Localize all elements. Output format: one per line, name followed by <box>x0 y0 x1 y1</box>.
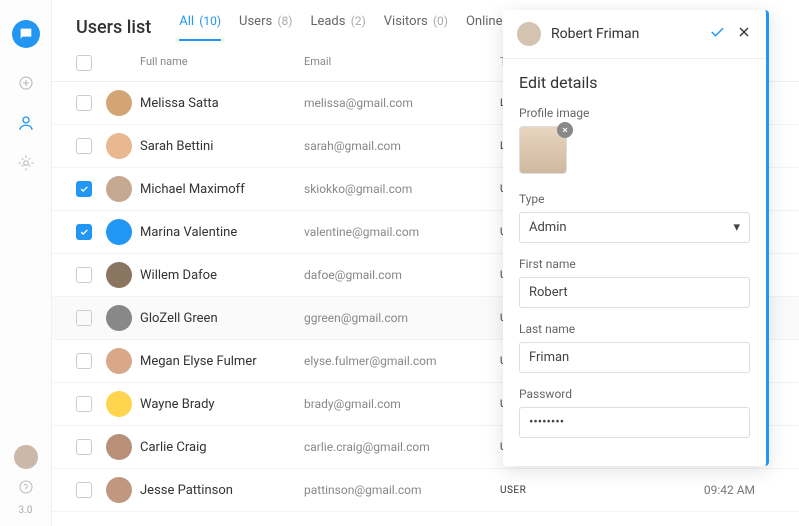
sidebar: 3.0 <box>0 0 52 526</box>
remove-image-button[interactable] <box>557 122 573 138</box>
label-first-name: First name <box>519 257 750 271</box>
user-email: melissa@gmail.com <box>304 96 500 110</box>
user-email: elyse.fulmer@gmail.com <box>304 354 500 368</box>
col-header-email: Email <box>304 55 500 71</box>
tab-visitors[interactable]: Visitors (0) <box>384 14 448 41</box>
current-user-avatar[interactable] <box>14 445 38 469</box>
table-row[interactable]: Jesse Pattinsonpattinson@gmail.comUSER09… <box>52 469 799 512</box>
user-name: Sarah Bettini <box>140 139 304 154</box>
version-label: 3.0 <box>19 505 33 516</box>
panel-avatar <box>517 22 541 46</box>
user-type: USER <box>500 485 590 496</box>
label-last-name: Last name <box>519 322 750 336</box>
password-input[interactable] <box>519 407 750 438</box>
panel-title: Edit details <box>519 73 750 92</box>
user-email: valentine@gmail.com <box>304 225 500 239</box>
row-checkbox[interactable] <box>76 310 92 326</box>
label-profile-image: Profile image <box>519 106 750 120</box>
label-password: Password <box>519 387 750 401</box>
first-name-input[interactable] <box>519 277 750 308</box>
user-email: skiokko@gmail.com <box>304 182 500 196</box>
user-avatar <box>106 434 132 460</box>
user-name: Carlie Craig <box>140 440 304 455</box>
last-name-input[interactable] <box>519 342 750 373</box>
row-checkbox[interactable] <box>76 181 92 197</box>
tab-all[interactable]: All (10) <box>179 14 221 41</box>
user-avatar <box>106 262 132 288</box>
user-email: sarah@gmail.com <box>304 139 500 153</box>
user-name: Marina Valentine <box>140 225 304 240</box>
user-avatar <box>106 176 132 202</box>
user-email: ggreen@gmail.com <box>304 311 500 325</box>
nav-settings[interactable] <box>15 152 37 174</box>
user-name: GloZell Green <box>140 311 304 326</box>
user-email: brady@gmail.com <box>304 397 500 411</box>
row-checkbox[interactable] <box>76 95 92 111</box>
nav-conversations[interactable] <box>15 72 37 94</box>
user-name: Melissa Satta <box>140 96 304 111</box>
row-checkbox[interactable] <box>76 267 92 283</box>
row-checkbox[interactable] <box>76 482 92 498</box>
profile-image-wrap <box>519 126 567 174</box>
tab-online[interactable]: Online <box>466 14 505 41</box>
user-name: Megan Elyse Fulmer <box>140 354 304 369</box>
panel-header: Robert Friman <box>503 10 766 59</box>
row-checkbox[interactable] <box>76 396 92 412</box>
edit-panel: Robert Friman Edit details Profile image… <box>503 10 769 466</box>
user-avatar <box>106 391 132 417</box>
row-checkbox[interactable] <box>76 138 92 154</box>
user-avatar <box>106 219 132 245</box>
type-value: Admin <box>529 220 567 235</box>
user-time: 09:42 AM <box>590 483 775 497</box>
user-email: carlie.craig@gmail.com <box>304 440 500 454</box>
user-avatar <box>106 305 132 331</box>
help-icon[interactable] <box>18 479 34 499</box>
close-button[interactable] <box>736 24 752 44</box>
page-title: Users list <box>76 17 151 38</box>
row-checkbox[interactable] <box>76 224 92 240</box>
user-avatar <box>106 90 132 116</box>
tab-users[interactable]: Users (8) <box>239 14 292 41</box>
row-checkbox[interactable] <box>76 439 92 455</box>
user-avatar <box>106 348 132 374</box>
user-email: dafoe@gmail.com <box>304 268 500 282</box>
row-checkbox[interactable] <box>76 353 92 369</box>
label-type: Type <box>519 192 750 206</box>
tab-leads[interactable]: Leads (2) <box>310 14 365 41</box>
user-email: pattinson@gmail.com <box>304 483 500 497</box>
user-name: Wayne Brady <box>140 397 304 412</box>
user-avatar <box>106 133 132 159</box>
nav-users[interactable] <box>15 112 37 134</box>
user-avatar <box>106 477 132 503</box>
panel-user-name: Robert Friman <box>551 26 698 42</box>
select-all-checkbox[interactable] <box>76 55 92 71</box>
user-name: Michael Maximoff <box>140 182 304 197</box>
user-name: Willem Dafoe <box>140 268 304 283</box>
chevron-down-icon: ▾ <box>733 220 740 235</box>
user-name: Jesse Pattinson <box>140 483 304 498</box>
col-header-name: Full name <box>140 55 304 71</box>
confirm-button[interactable] <box>708 23 726 45</box>
type-select[interactable]: Admin ▾ <box>519 212 750 243</box>
app-logo[interactable] <box>12 20 40 48</box>
